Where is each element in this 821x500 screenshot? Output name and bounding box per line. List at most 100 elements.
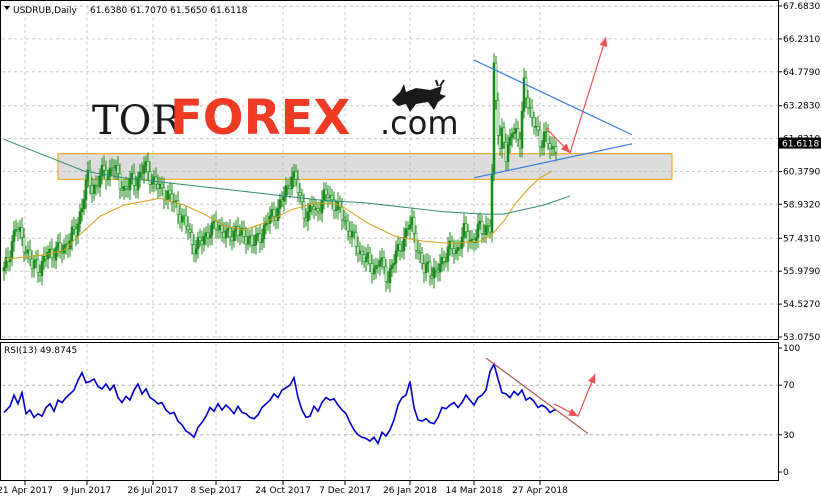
candle-body (282, 196, 286, 202)
candle-body (158, 183, 162, 189)
candle-body (516, 128, 520, 140)
candle-body (388, 268, 392, 284)
candle-body (36, 259, 40, 273)
chart-canvas: TOR FOREX .com 67.683066.231064.779063.2… (0, 0, 821, 496)
candle-body (110, 167, 114, 170)
candle-body (298, 192, 302, 196)
candle-body (310, 204, 314, 208)
candle-body (226, 227, 230, 231)
candle-body (128, 178, 132, 191)
current-price-value: 61.6118 (782, 140, 819, 150)
candle-body (496, 99, 500, 136)
candle-body (142, 164, 146, 174)
candle-body (196, 237, 200, 250)
candle-body (218, 225, 222, 231)
candle-body (246, 237, 250, 245)
candle-body (28, 249, 32, 260)
candle-body (120, 188, 124, 191)
candle-body (168, 190, 172, 195)
candle-body (188, 229, 192, 233)
candle-body (250, 235, 254, 246)
candle-body (184, 215, 188, 227)
candle-body (232, 230, 236, 242)
candle-body (404, 228, 408, 238)
rsi-tick-label: 0 (783, 468, 789, 478)
candle-body (414, 232, 418, 251)
candle-body (476, 223, 480, 239)
candle-body (428, 261, 432, 277)
x-tick-label: 8 Sep 2017 (190, 486, 241, 496)
candle-body (208, 234, 212, 239)
candle-body (190, 231, 194, 245)
candle-body (118, 173, 122, 190)
candle-body (554, 146, 558, 153)
candle-body (506, 144, 510, 163)
candle-body (324, 189, 328, 196)
candle-body (284, 185, 288, 197)
candle-body (248, 235, 252, 238)
candle-body (70, 226, 74, 242)
candle-body (420, 252, 424, 264)
candle-body (408, 224, 412, 230)
candle-body (538, 129, 542, 148)
candle-body (316, 207, 320, 212)
candle-body (114, 165, 118, 171)
candle-body (58, 242, 62, 253)
candle-body (20, 227, 24, 238)
candle-body (330, 195, 334, 201)
symbol-label: USDRUB,Daily (13, 6, 78, 16)
candle-body (138, 172, 142, 178)
y-tick-label: 58.9320 (783, 200, 820, 210)
candle-body (74, 228, 78, 237)
candle-body (202, 235, 206, 245)
candle-body (394, 250, 398, 264)
candle-body (150, 181, 154, 185)
x-tick-label: 14 Mar 2018 (445, 486, 502, 496)
y-tick-label: 66.2310 (783, 35, 820, 45)
candle-body (174, 200, 178, 203)
candle-body (546, 131, 550, 144)
candle-body (276, 208, 280, 221)
candle-body (484, 225, 488, 235)
candle-body (340, 206, 344, 221)
x-tick-label: 21 Apr 2017 (0, 486, 53, 496)
candle-body (364, 257, 368, 263)
rsi-axis: 100 70 30 0 (778, 344, 800, 478)
rsi-tick-label: 100 (783, 344, 800, 354)
candle-body (182, 215, 186, 218)
candle-body (494, 62, 498, 101)
candle-body (130, 172, 134, 179)
x-tick-label: 26 Jul 2017 (128, 486, 179, 496)
candle-body (450, 240, 454, 249)
candle-body (524, 77, 528, 99)
candle-body (542, 131, 546, 148)
candle-body (10, 241, 14, 259)
candle-body (72, 226, 76, 230)
candle-body (508, 137, 512, 146)
candle-body (76, 223, 80, 237)
candle-body (530, 107, 534, 118)
candle-body (502, 127, 506, 143)
candle-body (54, 247, 58, 261)
candle-body (2, 267, 6, 272)
price-axis: 67.683066.231064.779063.283061.831060.37… (778, 2, 820, 343)
rsi-panel-frame (0, 342, 779, 481)
candle-body (262, 224, 266, 240)
candle-body (464, 223, 468, 232)
x-tick-label: 7 Dec 2017 (319, 486, 371, 496)
candle-body (92, 184, 96, 194)
candle-body (192, 244, 196, 255)
candle-body (338, 201, 342, 208)
candle-body (122, 186, 126, 191)
candle-body (90, 185, 94, 194)
rsi-tick-label: 70 (783, 381, 795, 391)
candle-body (536, 126, 540, 131)
candle-body (166, 190, 170, 200)
candle-body (194, 248, 198, 255)
candle-body (244, 236, 248, 245)
candle-body (200, 240, 204, 245)
candle-body (372, 268, 376, 275)
candle-body (360, 250, 364, 255)
candle-body (424, 263, 428, 274)
y-tick-label: 54.5270 (783, 300, 820, 310)
